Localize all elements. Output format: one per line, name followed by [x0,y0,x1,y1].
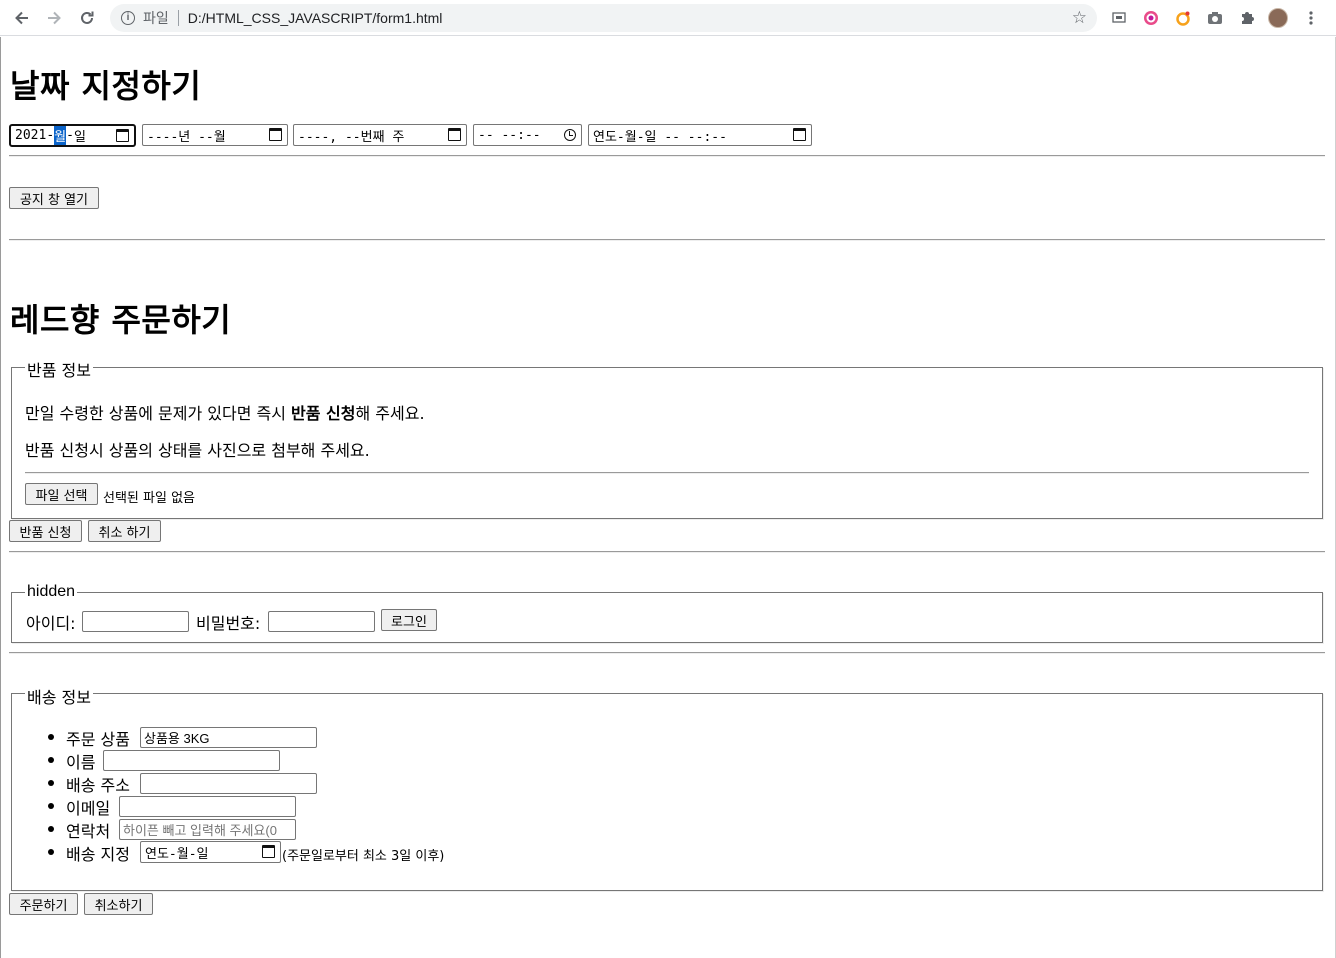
month-input-value: ----년 --월 [147,129,226,145]
extensions-puzzle-icon[interactable] [1237,8,1257,28]
page-content: 날짜 지정하기 2021- 월 - 일 ----년 --월 ----, --번째 주 … [0,37,1336,958]
order-section-title: 레드향 주문하기 [10,301,232,339]
back-arrow-icon[interactable] [10,6,34,30]
camera-icon[interactable] [1205,8,1225,28]
week-input[interactable]: ----, --번째 주 [293,124,467,146]
date-month-segment[interactable]: 월 [54,126,67,145]
password-input[interactable] [268,611,375,632]
shipping-info-legend: 배송 정보 [25,684,93,708]
week-input-value: ----, --번째 주 [298,129,405,145]
extension-ring-icon[interactable] [1173,8,1193,28]
return-info-legend: 반품 정보 [25,357,93,381]
browser-toolbar: i 파일 D:/HTML_CSS_JAVASCRIPT/form1.html ☆ [0,0,1336,36]
list-bullet [48,826,54,832]
address-input[interactable] [140,773,317,794]
delivery-note: (주문일로부터 최소 3일 이후) [282,849,445,864]
profile-avatar[interactable] [1268,8,1288,28]
user-id-input[interactable] [82,611,189,632]
open-notice-button[interactable]: 공지 창 열기 [9,187,99,209]
return-text-after: 해 주세요. [355,404,425,423]
list-bullet [48,849,54,855]
reload-icon[interactable] [75,6,99,30]
date-year-segment[interactable]: 2021 [15,128,46,143]
calendar-icon[interactable] [793,128,806,141]
return-info-paragraph-2: 반품 신청시 상품의 상태를 사진으로 첨부해 주세요. [25,441,370,460]
phone-input[interactable]: 하이픈 빼고 입력해 주세요(0 [119,819,296,840]
url-scheme-label: 파일 [143,10,169,26]
forward-arrow-icon[interactable] [42,6,66,30]
time-input-value: -- --:-- [478,127,541,143]
date-separator: - [46,128,55,143]
shipping-label-delivery-date: 배송 지정 [66,845,130,864]
password-label: 비밀번호: [196,614,261,633]
time-input[interactable]: -- --:-- [473,124,582,146]
choose-file-button[interactable]: 파일 선택 [25,483,98,505]
address-bar[interactable]: i 파일 D:/HTML_CSS_JAVASCRIPT/form1.html ☆ [110,4,1097,32]
shipping-label-name: 이름 [66,753,96,772]
return-info-paragraph-1: 만일 수령한 상품에 문제가 있다면 즉시 반품 신청해 주세요. [25,400,425,424]
url-text[interactable]: D:/HTML_CSS_JAVASCRIPT/form1.html [188,10,443,26]
fieldset-divider [25,472,1309,474]
address-divider [177,10,179,26]
datetime-local-input[interactable]: 연도-월-일 -- --:-- [588,124,812,146]
bookmark-star-icon[interactable]: ☆ [1072,8,1087,28]
phone-input-placeholder: 하이픈 빼고 입력해 주세요(0 [123,823,277,838]
cancel-order-button[interactable]: 취소하기 [84,893,153,915]
email-input[interactable] [119,796,296,817]
user-id-label: 아이디: [26,614,76,633]
return-text-bold: 반품 신청 [291,404,356,423]
list-bullet [48,734,54,740]
divider [9,551,1325,553]
shipping-label-phone: 연락처 [66,822,111,841]
list-bullet [48,780,54,786]
date-section-title: 날짜 지정하기 [10,67,202,105]
datetime-input-value: 연도-월-일 -- --:-- [593,129,727,145]
browser-menu-icon[interactable] [1301,8,1321,28]
cast-icon[interactable] [1109,8,1129,28]
cancel-button[interactable]: 취소 하기 [88,520,161,542]
return-request-button[interactable]: 반품 신청 [9,520,82,542]
return-text-before: 만일 수령한 상품에 문제가 있다면 즉시 [25,404,292,423]
name-input[interactable] [103,750,280,771]
window-edge [0,37,1,958]
date-day-segment[interactable]: 일 [74,126,86,145]
extension-target-icon[interactable] [1141,8,1161,28]
date-separator-2: - [66,128,74,143]
date-input[interactable]: 2021- 월 - 일 [9,124,136,147]
month-input[interactable]: ----년 --월 [142,124,288,146]
list-bullet [48,803,54,809]
login-legend: hidden [25,583,78,601]
info-icon[interactable]: i [121,11,135,25]
delivery-date-input[interactable]: 연도-월-일 [140,841,281,863]
delivery-date-value: 연도-월-일 [145,846,209,862]
calendar-icon[interactable] [269,128,282,141]
list-bullet [48,757,54,763]
calendar-icon[interactable] [116,129,129,142]
login-button[interactable]: 로그인 [381,609,437,631]
file-status-text: 선택된 파일 없음 [103,491,195,506]
clock-icon[interactable] [564,129,576,141]
calendar-icon[interactable] [448,128,461,141]
shipping-label-email: 이메일 [66,799,111,818]
shipping-label-product: 주문 상품 [66,730,130,749]
divider [9,652,1325,654]
order-button[interactable]: 주문하기 [9,893,78,915]
calendar-icon[interactable] [262,845,275,858]
ordered-product-input[interactable]: 상품용 3KG [140,727,317,748]
shipping-label-address: 배송 주소 [66,776,130,795]
divider [9,155,1325,157]
divider [9,239,1325,241]
